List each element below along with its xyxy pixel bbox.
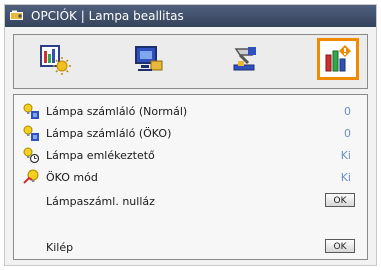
menu-label: Lámpa számláló (Normál) — [46, 105, 188, 118]
menu-row-exit: Kilép OK — [14, 239, 367, 257]
osd-menu-window: OPCIÓK | Lampa beallitas Lámpa számláló … — [4, 4, 377, 266]
options-bars-icon — [325, 45, 351, 72]
lamp-reminder-icon — [23, 147, 39, 163]
tab-image[interactable] — [34, 38, 76, 80]
tab-options[interactable] — [317, 38, 359, 80]
category-tab-bar — [13, 34, 368, 89]
menu-label: Lámpa emlékeztető — [46, 149, 155, 162]
menu-label: Lámpa számláló (ÖKO) — [46, 127, 172, 140]
tab-display[interactable] — [128, 38, 170, 80]
title-bar: OPCIÓK | Lampa beallitas — [5, 5, 376, 27]
lamp-counter-icon — [23, 125, 39, 141]
window-title: OPCIÓK | Lampa beallitas — [31, 9, 184, 23]
setup-tools-icon — [233, 47, 256, 71]
menu-value: 0 — [344, 105, 351, 118]
tab-setup[interactable] — [223, 38, 265, 80]
menu-row-lamp-hours-normal[interactable]: Lámpa számláló (Normál) 0 — [14, 103, 367, 121]
menu-row-lamp-hours-eco[interactable]: Lámpa számláló (ÖKO) 0 — [14, 125, 367, 143]
menu-value: Ki — [340, 171, 351, 184]
lamp-counter-icon — [23, 103, 39, 119]
menu-value: 0 — [344, 127, 351, 140]
lamp-reset-ok-button[interactable]: OK — [325, 193, 355, 207]
options-panel: Lámpa számláló (Normál) 0 Lámpa számláló… — [13, 94, 368, 260]
menu-row-eco-mode[interactable]: ÖKO mód Ki — [14, 169, 367, 187]
menu-row-lamp-reset: Lámpaszáml. nulláz OK — [14, 193, 367, 211]
menu-label: Lámpaszáml. nulláz — [46, 195, 155, 208]
projector-icon — [10, 10, 23, 20]
display-monitor-icon — [135, 46, 163, 71]
menu-row-lamp-reminder[interactable]: Lámpa emlékeztető Ki — [14, 147, 367, 165]
menu-label: ÖKO mód — [46, 171, 98, 184]
menu-label: Kilép — [46, 241, 74, 254]
image-sun-icon — [40, 45, 71, 75]
exit-ok-button[interactable]: OK — [325, 239, 355, 253]
eco-mode-icon — [23, 169, 39, 184]
menu-value: Ki — [340, 149, 351, 162]
